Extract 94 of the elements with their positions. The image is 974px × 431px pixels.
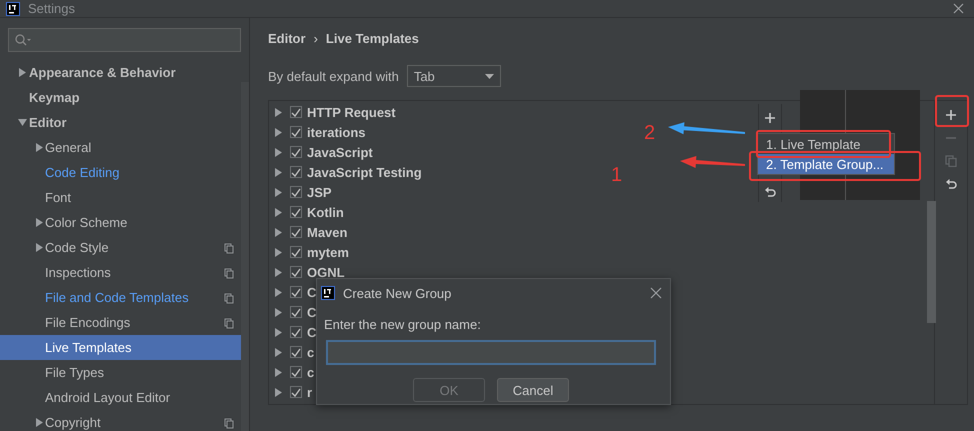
collapsed-arrow-icon[interactable] <box>274 128 283 136</box>
checkbox[interactable] <box>290 226 302 238</box>
checkbox[interactable] <box>290 246 302 258</box>
checkbox[interactable] <box>290 166 302 178</box>
add-icon[interactable] <box>945 109 957 121</box>
template-group-name: JavaScript <box>307 144 373 160</box>
checkbox[interactable] <box>290 106 302 118</box>
template-group-name: JavaScript Testing <box>307 164 422 180</box>
annotation-number: 1 <box>611 164 622 186</box>
collapsed-arrow-icon[interactable] <box>274 368 283 376</box>
template-group-name: C <box>307 324 316 340</box>
breadcrumb-item[interactable]: Live Templates <box>326 30 419 46</box>
sidebar-item[interactable]: File and Code Templates <box>45 290 189 305</box>
template-group-name: c <box>307 344 314 360</box>
template-group-name: c <box>307 364 314 380</box>
sidebar-item[interactable]: General <box>45 140 92 155</box>
collapsed-arrow-icon[interactable] <box>274 208 283 216</box>
template-group-name: C <box>307 284 316 300</box>
sidebar-item[interactable]: Font <box>45 190 72 205</box>
sidebar-item[interactable]: Keymap <box>29 90 80 105</box>
template-group-name: Maven <box>307 224 348 240</box>
template-group-name: iterations <box>307 124 366 140</box>
expanded-arrow-icon[interactable] <box>18 118 27 127</box>
sidebar-item[interactable]: Copyright <box>45 415 101 430</box>
collapsed-arrow-icon[interactable] <box>274 248 283 256</box>
collapsed-arrow-icon[interactable] <box>274 168 283 176</box>
sidebar-item[interactable]: Live Templates <box>45 340 132 355</box>
undo-icon[interactable] <box>945 178 957 190</box>
template-group-name: OGNL <box>307 264 345 280</box>
prompt-label: Enter the new group name: <box>324 317 482 332</box>
collapsed-arrow-icon[interactable] <box>274 348 283 356</box>
collapsed-arrow-icon[interactable] <box>274 228 283 236</box>
collapsed-arrow-icon[interactable] <box>35 143 44 152</box>
checkbox[interactable] <box>290 386 302 398</box>
checkbox[interactable] <box>290 306 302 318</box>
collapsed-arrow-icon[interactable] <box>274 188 283 196</box>
sidebar-item[interactable]: Editor <box>29 115 67 130</box>
breadcrumb-separator: › <box>314 30 318 46</box>
checkbox[interactable] <box>290 326 302 338</box>
group-name-field[interactable] <box>326 340 656 365</box>
expand-key-dropdown[interactable]: Tab <box>406 65 501 87</box>
dialog-button[interactable]: Cancel <box>497 378 569 402</box>
scrollbar-track[interactable] <box>241 82 249 431</box>
search-field[interactable] <box>8 28 241 52</box>
collapsed-arrow-icon[interactable] <box>35 243 44 252</box>
menu-item[interactable]: 1. Live Template <box>758 134 894 154</box>
add-icon[interactable] <box>764 112 776 124</box>
template-group-name: r <box>307 384 312 400</box>
annotation-number: 2 <box>644 122 656 144</box>
dropdown-caret-icon <box>484 74 494 78</box>
checkbox[interactable] <box>290 346 302 358</box>
close-icon[interactable] <box>650 287 662 299</box>
collapsed-arrow-icon[interactable] <box>274 148 283 156</box>
checkbox[interactable] <box>290 366 302 378</box>
menu-item[interactable]: 2. Template Group... <box>758 154 894 174</box>
checkbox[interactable] <box>290 206 302 218</box>
collapsed-arrow-icon[interactable] <box>35 418 44 427</box>
sidebar-item[interactable]: Color Scheme <box>45 215 128 230</box>
collapsed-arrow-icon[interactable] <box>35 218 44 227</box>
checkbox[interactable] <box>290 186 302 198</box>
app-logo-icon <box>6 2 20 16</box>
template-group-name: mytem <box>307 244 349 260</box>
dialog-title: Create New Group <box>343 286 452 300</box>
close-icon[interactable] <box>953 3 964 14</box>
highlight-frame <box>935 95 969 127</box>
checkbox[interactable] <box>290 266 302 278</box>
template-group-name: Kotlin <box>307 204 344 220</box>
collapsed-arrow-icon[interactable] <box>274 328 283 336</box>
template-group-name: JSP <box>307 184 332 200</box>
field-label: By default expand with <box>268 68 399 84</box>
sidebar-item[interactable]: Code Style <box>45 240 109 255</box>
undo-icon[interactable] <box>764 186 776 198</box>
window-title: Settings <box>28 1 76 16</box>
template-group-name: C <box>307 304 316 320</box>
sidebar-item[interactable]: File Encodings <box>45 315 130 330</box>
sidebar-item[interactable]: Android Layout Editor <box>45 390 170 405</box>
search-icon <box>15 34 31 46</box>
app-logo-icon <box>321 286 335 300</box>
collapsed-arrow-icon[interactable] <box>274 288 283 296</box>
collapsed-arrow-icon[interactable] <box>18 68 27 77</box>
checkbox[interactable] <box>290 126 302 138</box>
sidebar-item[interactable]: Inspections <box>45 265 111 280</box>
collapsed-arrow-icon[interactable] <box>274 308 283 316</box>
scrollbar-thumb[interactable] <box>927 201 936 323</box>
sidebar-item[interactable]: Appearance & Behavior <box>29 65 176 80</box>
checkbox[interactable] <box>290 146 302 158</box>
template-group-name: HTTP Request <box>307 104 396 120</box>
collapsed-arrow-icon[interactable] <box>274 388 283 396</box>
collapsed-arrow-icon[interactable] <box>274 108 283 116</box>
collapsed-arrow-icon[interactable] <box>274 268 283 276</box>
sidebar-item[interactable]: Code Editing <box>45 165 120 180</box>
checkbox[interactable] <box>290 286 302 298</box>
breadcrumb-item[interactable]: Editor <box>268 30 306 46</box>
sidebar-item[interactable]: File Types <box>45 365 104 380</box>
